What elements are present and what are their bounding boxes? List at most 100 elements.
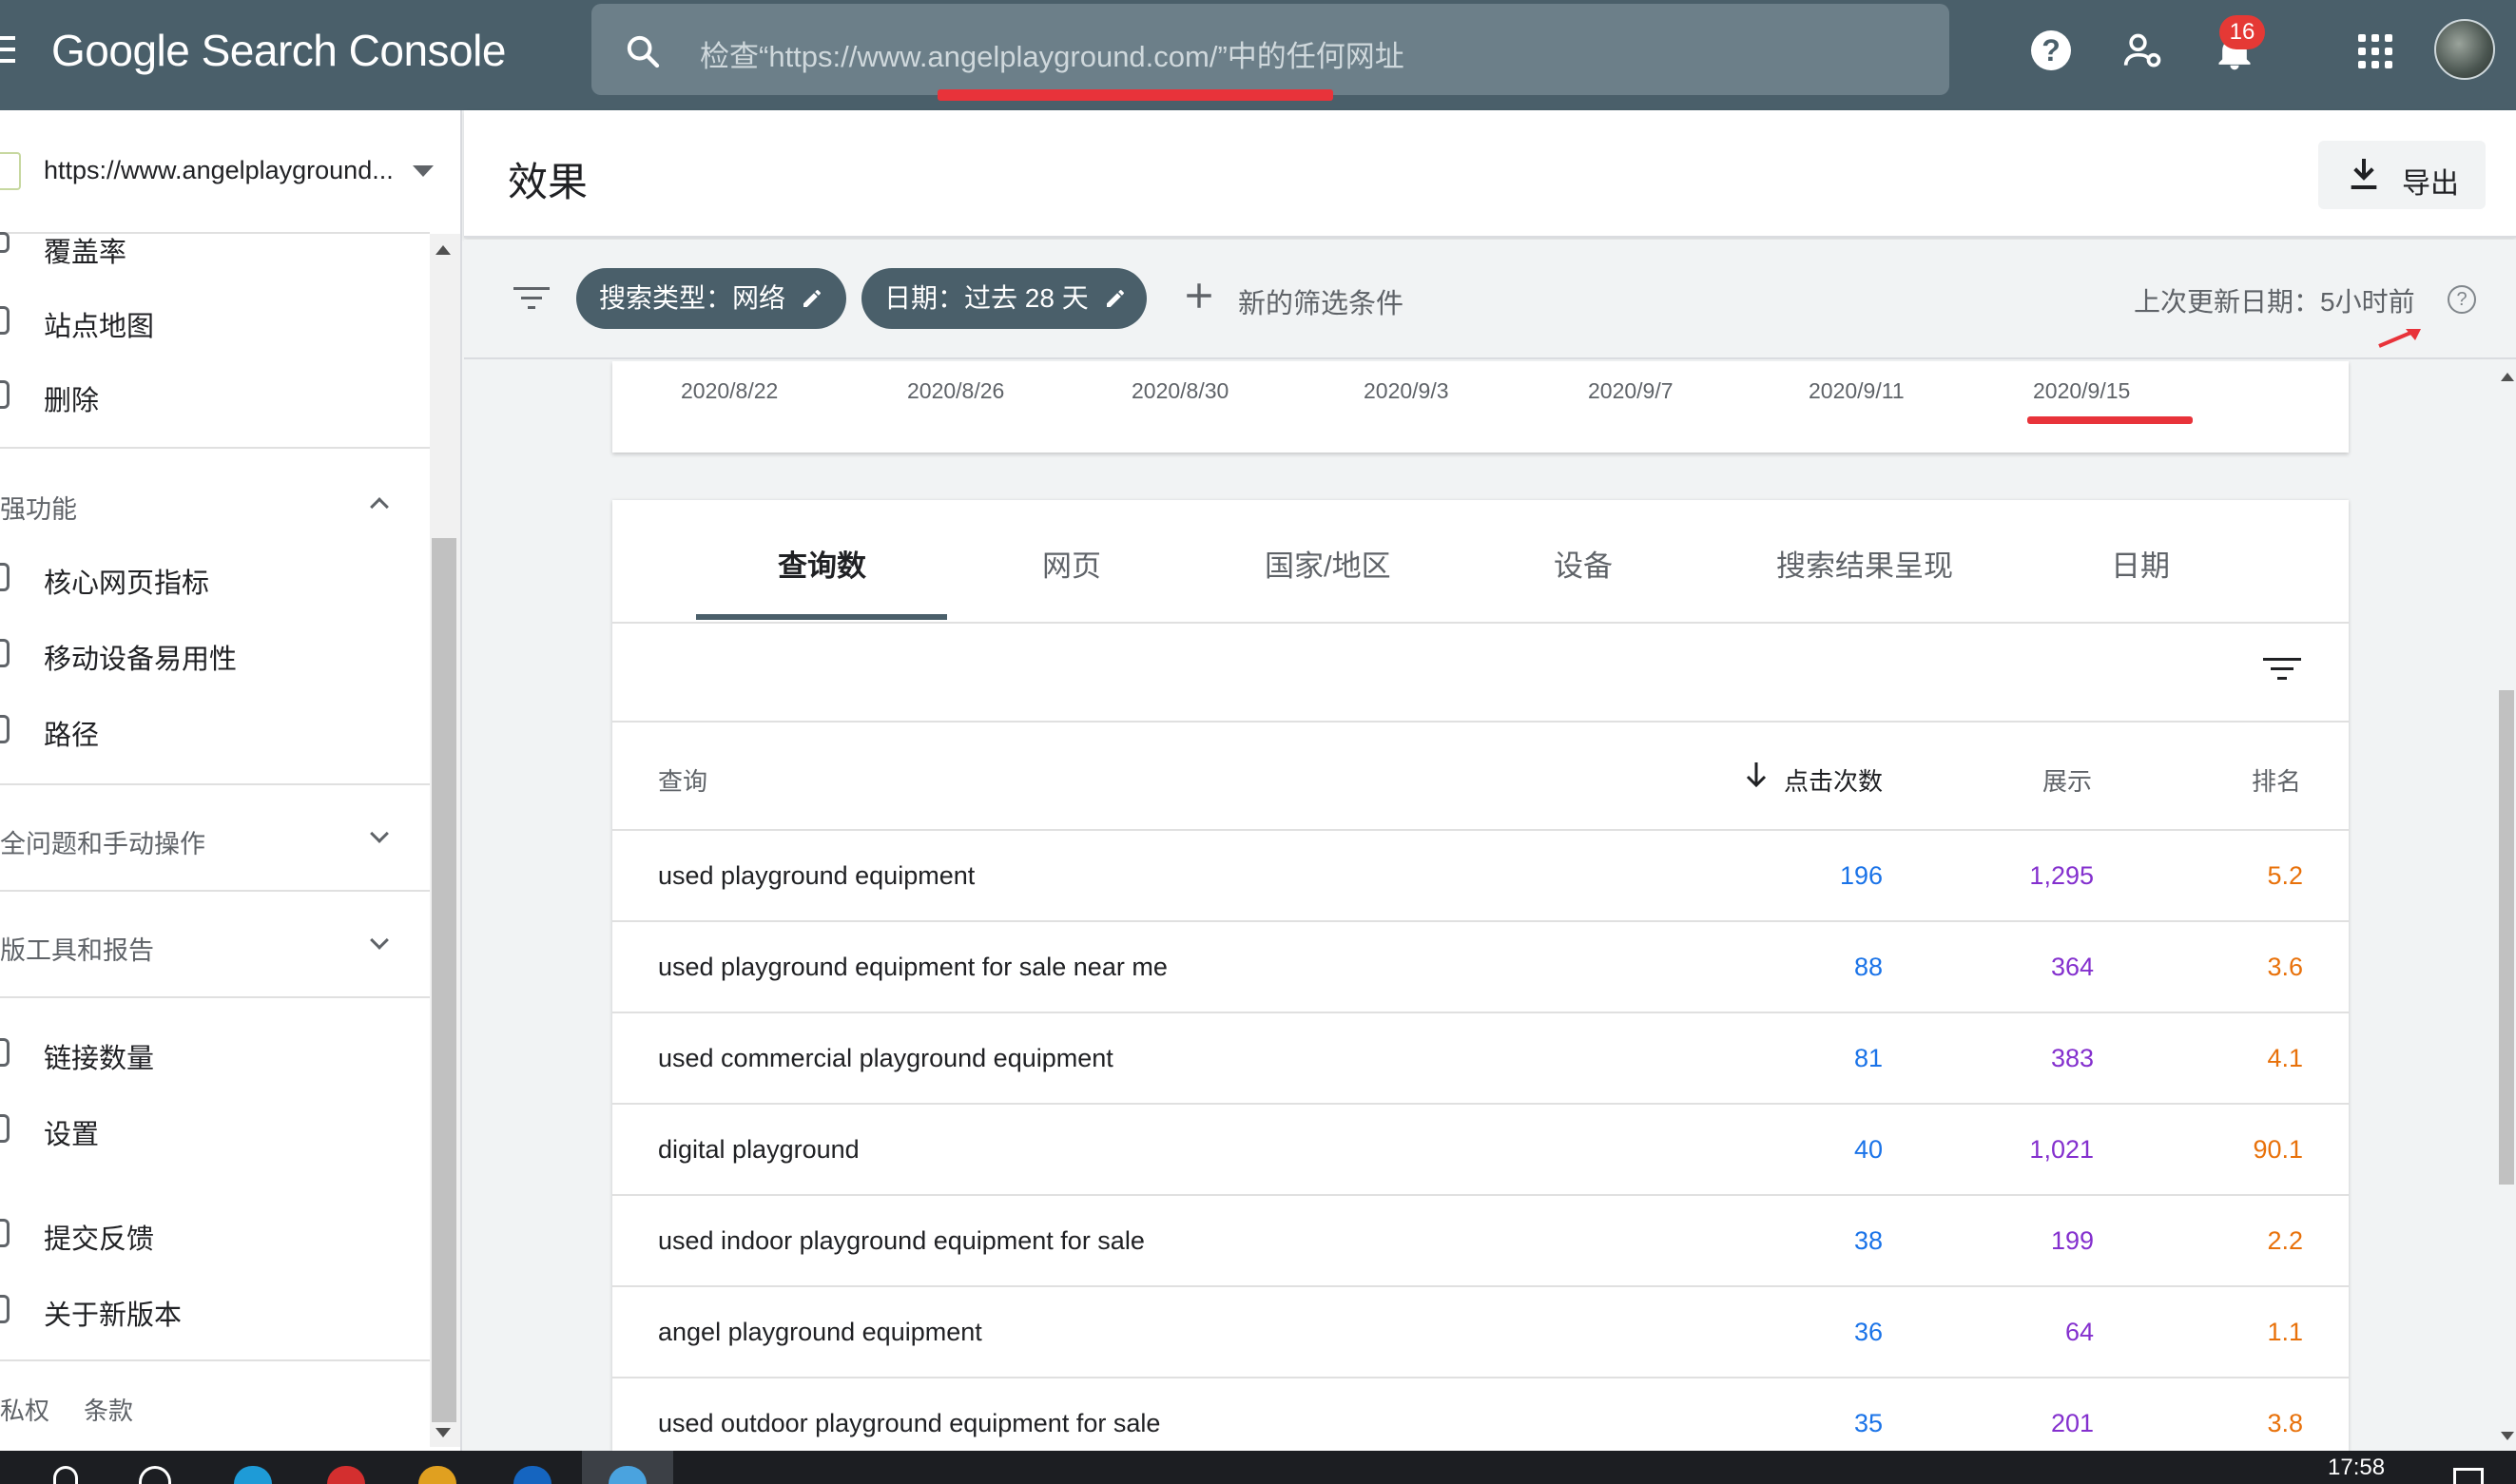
page-title: 效果	[508, 160, 589, 204]
table-cell-impressions: 199	[2050, 1226, 2094, 1255]
chart-x-tick: 2020/9/11	[1809, 378, 1905, 403]
search-type-filter-chip[interactable]: 搜索类型：网络	[576, 268, 846, 329]
table-row-divider	[612, 1194, 2349, 1196]
edit-pencil-icon[interactable]	[1104, 287, 1127, 310]
table-toolbar-divider	[612, 721, 2349, 723]
chart-x-tick: 2020/9/3	[1364, 378, 1449, 403]
sidebar-divider	[0, 783, 430, 785]
tab-countries[interactable]: 国家/地区	[1265, 542, 1391, 585]
table-row-divider	[612, 1285, 2349, 1287]
column-header-impressions[interactable]: 展示	[2042, 762, 2092, 798]
apps-grid-icon[interactable]	[2358, 34, 2392, 68]
terms-link[interactable]: 条款	[84, 1392, 133, 1427]
date-filter-chip[interactable]: 日期：过去 28 天	[861, 268, 1147, 329]
column-header-clicks[interactable]: 点击次数	[1784, 762, 1883, 798]
sidebar-item-breadcrumbs[interactable]: 路径	[44, 713, 99, 753]
main-scrollbar-thumb[interactable]	[2499, 690, 2514, 1185]
sort-descending-arrow-icon[interactable]	[1744, 761, 1769, 789]
table-cell-impressions: 1,295	[2029, 861, 2094, 890]
search-input[interactable]: 检查“https://www.angelplayground.com/”中的任何…	[700, 32, 1404, 75]
tab-dates[interactable]: 日期	[2111, 542, 2170, 585]
feedback-icon	[0, 1219, 10, 1247]
table-cell-clicks: 196	[1839, 861, 1883, 890]
sidebar-section-enhancements[interactable]: 强功能	[0, 489, 77, 526]
tab-pages[interactable]: 网页	[1042, 542, 1101, 585]
sidebar-item-mobile-usability[interactable]: 移动设备易用性	[44, 637, 237, 677]
scroll-down-arrow-icon[interactable]	[2501, 1432, 2514, 1440]
help-circle-icon[interactable]: ?	[2448, 285, 2476, 314]
table-cell-clicks: 81	[1853, 1044, 1883, 1072]
taskbar-clock: 17:58	[2328, 1455, 2386, 1480]
table-cell-query[interactable]: angel playground equipment	[658, 1318, 982, 1347]
tab-devices[interactable]: 设备	[1554, 542, 1613, 585]
help-icon[interactable]: ?	[2031, 30, 2071, 70]
breadcrumb-icon	[0, 715, 10, 743]
add-filter-button[interactable]: 新的筛选条件	[1238, 281, 1403, 321]
scroll-down-arrow-icon[interactable]	[435, 1428, 451, 1437]
sidebar-divider	[0, 996, 430, 998]
table-cell-query[interactable]: used playground equipment	[658, 861, 975, 891]
coverage-icon	[0, 232, 10, 253]
caret-down-icon[interactable]	[413, 165, 434, 177]
column-header-query[interactable]: 查询	[658, 762, 707, 798]
chart-x-tick: 2020/9/15	[2033, 378, 2131, 403]
scroll-up-arrow-icon[interactable]	[435, 245, 451, 255]
red-underline-annotation	[2027, 416, 2193, 424]
sidebar-item-core-web-vitals[interactable]: 核心网页指标	[44, 561, 209, 601]
action-center-icon[interactable]	[2453, 1468, 2484, 1484]
sidebar-item-feedback[interactable]: 提交反馈	[44, 1217, 154, 1257]
tab-queries[interactable]: 查询数	[778, 542, 866, 585]
menu-icon[interactable]	[0, 36, 15, 70]
app-title[interactable]: Google Search Console	[51, 25, 506, 76]
table-cell-query[interactable]: used outdoor playground equipment for sa…	[658, 1409, 1160, 1438]
table-cell-query[interactable]: used playground equipment for sale near …	[658, 953, 1168, 982]
table-row-divider	[612, 1012, 2349, 1013]
table-filter-icon[interactable]	[2263, 656, 2301, 683]
red-arrow-annotation	[2378, 329, 2421, 348]
sidebar-item-removals[interactable]: 删除	[44, 378, 99, 418]
table-cell-position: 4.1	[2267, 1044, 2303, 1072]
table-cell-query[interactable]: digital playground	[658, 1135, 860, 1165]
chip-label: 搜索类型：网络	[599, 283, 786, 313]
sidebar-section-legacy-tools[interactable]: 版工具和报告	[0, 930, 154, 967]
sidebar-scrollbar-thumb[interactable]	[432, 538, 456, 1422]
table-cell-position: 3.6	[2267, 953, 2303, 981]
property-selector[interactable]: https://www.angelplayground...	[44, 156, 394, 185]
privacy-link[interactable]: 私权	[0, 1392, 49, 1427]
users-settings-icon[interactable]	[2122, 30, 2164, 72]
sidebar-divider	[0, 1359, 430, 1361]
removals-icon	[0, 380, 10, 409]
table-cell-query[interactable]: used indoor playground equipment for sal…	[658, 1226, 1145, 1256]
sidebar-item-links[interactable]: 链接数量	[44, 1036, 154, 1076]
page-header	[464, 110, 2516, 238]
scroll-up-arrow-icon[interactable]	[2501, 373, 2514, 381]
plus-icon[interactable]	[1183, 279, 1215, 312]
table-cell-query[interactable]: used commercial playground equipment	[658, 1044, 1113, 1073]
table-cell-impressions: 64	[2064, 1318, 2094, 1346]
mobile-icon	[0, 639, 10, 667]
taskbar-search-icon[interactable]	[53, 1466, 78, 1484]
sidebar-divider	[0, 447, 430, 449]
info-icon	[0, 1295, 10, 1323]
export-button-label[interactable]: 导出	[2402, 160, 2459, 202]
chart-x-tick: 2020/8/26	[907, 378, 1005, 403]
account-avatar[interactable]	[2434, 19, 2495, 80]
search-icon[interactable]	[624, 32, 662, 70]
sidebar-item-settings[interactable]: 设置	[44, 1112, 99, 1152]
table-cell-clicks: 36	[1853, 1318, 1883, 1346]
sidebar-item-coverage[interactable]: 覆盖率	[44, 230, 126, 270]
filter-list-icon[interactable]	[513, 285, 550, 312]
edit-pencil-icon[interactable]	[801, 287, 823, 310]
tab-search-appearance[interactable]: 搜索结果呈现	[1776, 542, 1953, 585]
sidebar-item-sitemaps[interactable]: 站点地图	[44, 304, 154, 344]
download-icon[interactable]	[2349, 156, 2379, 192]
table-row-divider	[612, 1377, 2349, 1378]
chip-label: 日期：过去 28 天	[884, 283, 1089, 313]
sidebar-divider	[0, 890, 430, 892]
sidebar-section-security[interactable]: 全问题和手动操作	[0, 823, 205, 860]
table-cell-position: 3.8	[2267, 1409, 2303, 1437]
column-header-position[interactable]: 排名	[2252, 762, 2301, 798]
sidebar-item-about-new-version[interactable]: 关于新版本	[44, 1293, 182, 1333]
table-cell-position: 1.1	[2267, 1318, 2303, 1346]
table-cell-position: 2.2	[2267, 1226, 2303, 1255]
